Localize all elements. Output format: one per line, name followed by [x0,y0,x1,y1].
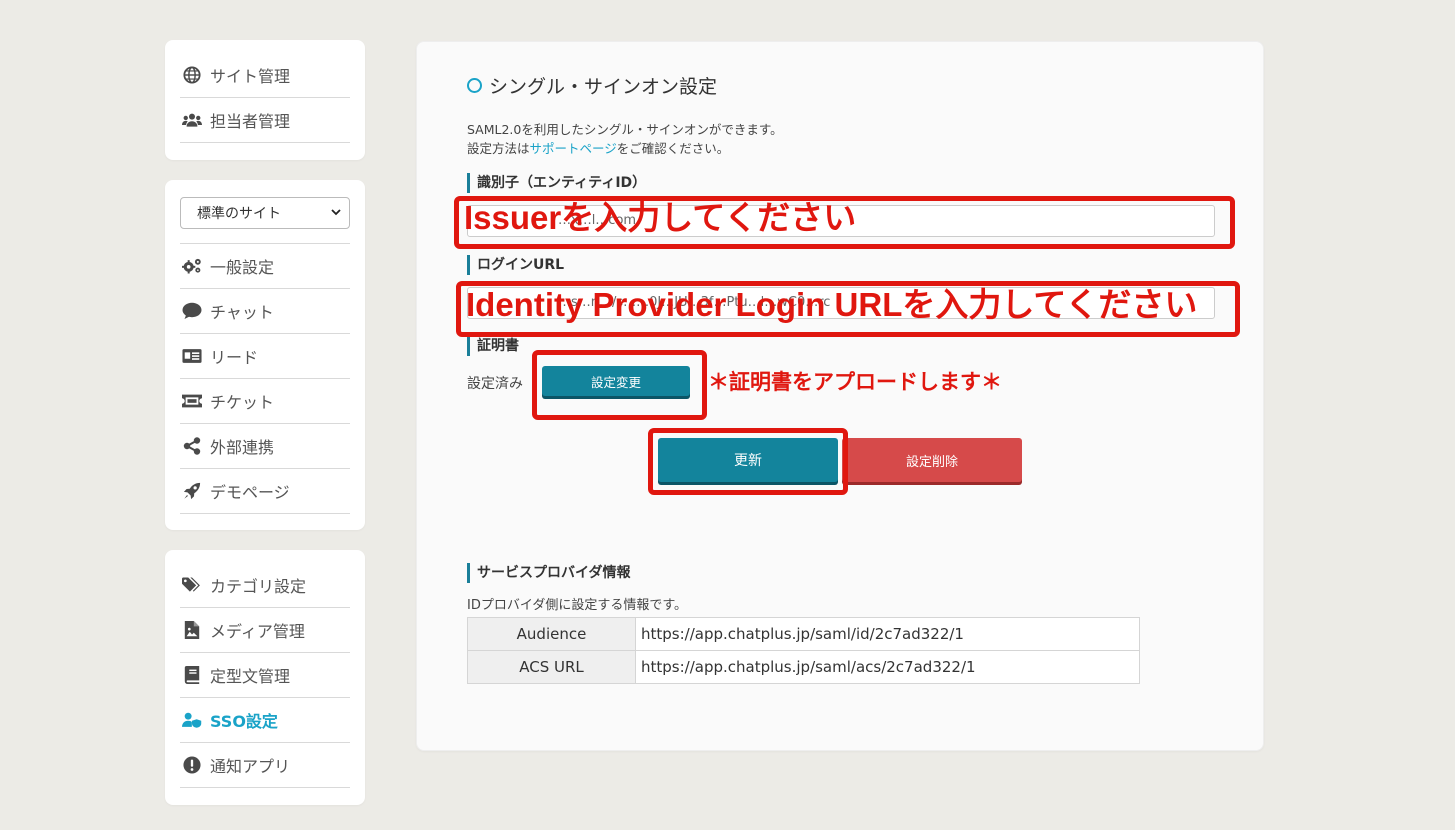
share-icon [181,437,203,455]
sidebar-item-label: リード [210,348,259,367]
sidebar-item-integration[interactable]: 外部連携 [180,424,350,469]
description-line-2: 設定方法はサポートページをご確認ください。 [467,141,730,156]
circle-icon [467,78,482,93]
service-provider-table: Audience https://app.chatplus.jp/saml/id… [467,617,1140,684]
sidebar-card-content: カテゴリ設定 メディア管理 定型文管理 SSO設定 通知アプリ [165,550,365,805]
gears-icon [181,257,203,275]
acs-url-key: ACS URL [467,650,636,684]
cert-button-highlight-box [532,350,707,420]
chat-bubble-icon [181,302,203,320]
issuer-annotation: Issuerを入力してください [464,199,857,236]
table-row: Audience https://app.chatplus.jp/saml/id… [467,617,1140,651]
book-icon [181,666,203,684]
acs-url-value: https://app.chatplus.jp/saml/acs/2c7ad32… [635,650,1140,684]
sidebar-item-chat[interactable]: チャット [180,289,350,334]
sidebar-item-label: メディア管理 [210,622,305,641]
page-title: シングル・サインオン設定 [467,72,717,99]
sidebar-item-label: サイト管理 [210,67,291,86]
users-icon [181,111,203,129]
sidebar-item-label: カテゴリ設定 [210,577,307,596]
sidebar-item-label: チケット [210,393,275,412]
sidebar-item-label: SSO設定 [210,712,278,731]
service-provider-description: IDプロバイダ側に設定する情報です。 [467,598,688,613]
user-shield-icon [181,711,203,729]
sidebar-item-notification-app[interactable]: 通知アプリ [180,743,350,788]
id-card-icon [181,347,203,365]
sidebar-item-label: 通知アプリ [210,757,291,776]
certificate-status: 設定済み [467,376,523,392]
image-file-icon [181,621,203,639]
sidebar-item-sso-settings[interactable]: SSO設定 [180,698,350,743]
description-line-1: SAML2.0を利用したシングル・サインオンができます。 [467,122,783,137]
delete-settings-button[interactable]: 設定削除 [842,438,1022,482]
sidebar-card-site: 標準のサイト 一般設定 チャット リード チケット 外部連携 デモページ [165,180,365,530]
sidebar-card-admin: サイト管理 担当者管理 [165,40,365,160]
rocket-icon [181,482,203,500]
cert-annotation: ＊証明書をアプロードします＊ [708,371,1002,394]
chevron-down-icon [331,209,341,216]
sidebar-item-label: チャット [210,303,274,322]
certificate-label: 証明書 [467,336,519,356]
sidebar-item-lead[interactable]: リード [180,334,350,379]
sidebar-item-media-management[interactable]: メディア管理 [180,608,350,653]
sidebar-item-general-settings[interactable]: 一般設定 [180,244,350,289]
globe-icon [181,66,203,84]
tags-icon [181,576,203,594]
sidebar-item-label: 一般設定 [210,258,275,277]
table-row: ACS URL https://app.chatplus.jp/saml/acs… [467,650,1140,684]
login-url-label: ログインURL [467,255,564,275]
sidebar-item-label: デモページ [210,483,290,502]
sidebar-item-label: 担当者管理 [210,112,291,131]
entity-id-label: 識別子（エンティティID） [467,173,646,193]
sidebar-item-ticket[interactable]: チケット [180,379,350,424]
login-url-annotation: Identity Provider Login URLを入力してください [466,286,1198,323]
sidebar-item-demo-page[interactable]: デモページ [180,469,350,514]
service-provider-label: サービスプロバイダ情報 [467,563,630,583]
support-page-link[interactable]: サポートページ [530,141,617,156]
sidebar-item-site-management[interactable]: サイト管理 [180,53,350,98]
sidebar-item-template-management[interactable]: 定型文管理 [180,653,350,698]
exclamation-circle-icon [181,756,203,774]
sidebar-item-label: 外部連携 [210,438,275,457]
sidebar-item-label: 定型文管理 [210,667,291,686]
audience-key: Audience [467,617,636,651]
update-button-highlight-box [648,428,848,495]
sidebar-item-category-settings[interactable]: カテゴリ設定 [180,563,350,608]
audience-value: https://app.chatplus.jp/saml/id/2c7ad322… [635,617,1140,651]
sidebar-item-staff-management[interactable]: 担当者管理 [180,98,350,143]
site-select[interactable]: 標準のサイト [180,197,350,229]
site-select-value: 標準のサイト [197,206,281,222]
ticket-icon [181,392,203,410]
